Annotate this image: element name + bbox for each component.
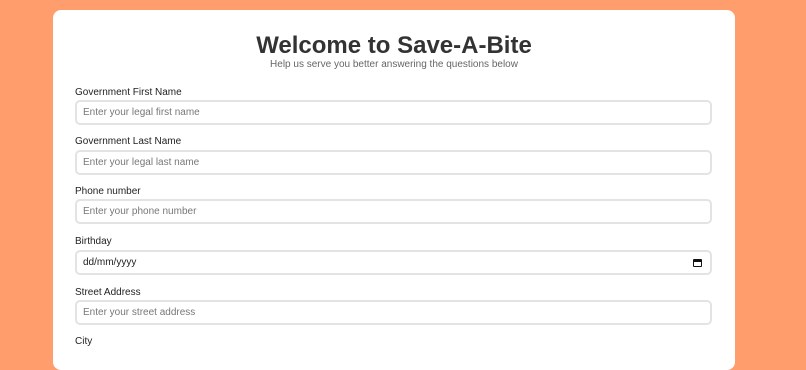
street-label: Street Address [75,287,141,298]
street-input[interactable]: Enter your street address [75,300,712,325]
first-name-placeholder: Enter your legal first name [83,107,200,118]
first-name-input[interactable]: Enter your legal first name [75,100,712,125]
phone-input[interactable]: Enter your phone number [75,199,712,224]
last-name-input[interactable]: Enter your legal last name [75,150,712,175]
calendar-icon[interactable] [693,258,702,267]
street-placeholder: Enter your street address [83,307,196,318]
first-name-label: Government First Name [75,87,182,98]
last-name-placeholder: Enter your legal last name [83,157,200,168]
page-title: Welcome to Save-A-Bite [256,32,532,59]
birthday-label: Birthday [75,236,112,247]
birthday-value: dd/mm/yyyy [83,257,137,268]
city-label: City [75,336,93,347]
page-subtitle: Help us serve you better answering the q… [270,59,518,70]
last-name-label: Government Last Name [75,136,182,147]
phone-placeholder: Enter your phone number [83,206,197,217]
birthday-input[interactable]: dd/mm/yyyy [75,250,712,275]
phone-label: Phone number [75,186,141,197]
signup-card: Welcome to Save-A-Bite Help us serve you… [53,10,735,370]
